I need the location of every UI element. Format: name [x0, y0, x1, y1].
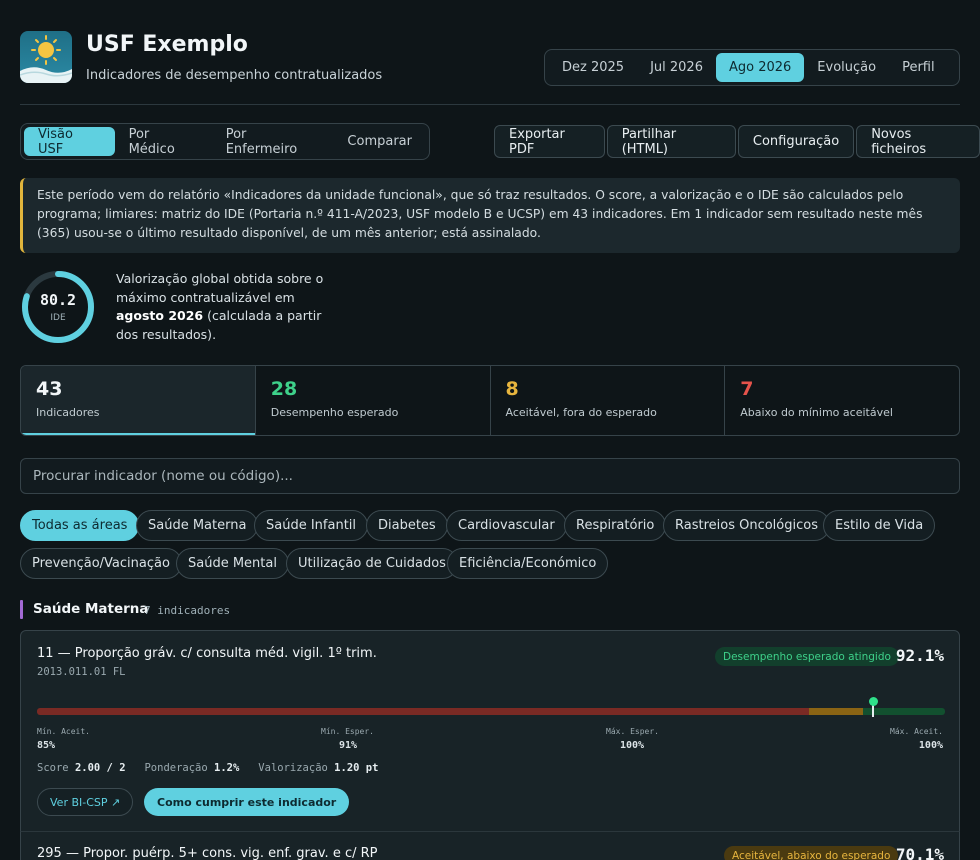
- result-marker-dot: [868, 697, 878, 706]
- threshold-value: 91%: [339, 740, 358, 751]
- chip-respiratorio[interactable]: Respiratório: [564, 510, 667, 541]
- ide-desc-period: agosto 2026: [116, 308, 204, 323]
- section-color-bar: [20, 600, 23, 619]
- view-tabs: Visão USF Por Médico Por Enfermeiro Comp…: [20, 123, 430, 160]
- ide-description: Valorização global obtida sobre o máximo…: [116, 270, 336, 344]
- chip-prevencao-vacinacao[interactable]: Prevenção/Vacinação: [20, 548, 182, 579]
- new-files-button[interactable]: Novos ficheiros: [856, 125, 980, 158]
- indicator-title: 295 — Propor. puérp. 5+ cons. vig. enf. …: [37, 846, 378, 860]
- chip-rastreios-oncologicos[interactable]: Rastreios Oncológicos: [663, 510, 830, 541]
- stat-label: Desempenho esperado: [270, 406, 399, 419]
- app-title: USF Exemplo: [86, 32, 248, 57]
- tab-perfil[interactable]: Perfil: [889, 53, 948, 82]
- export-pdf-button[interactable]: Exportar PDF: [494, 125, 605, 158]
- status-badge: Aceitável, abaixo do esperado: [724, 846, 899, 860]
- tab-por-enfermeiro[interactable]: Por Enfermeiro: [212, 127, 334, 157]
- chip-cardiovascular[interactable]: Cardiovascular: [446, 510, 567, 541]
- how-to-comply-button[interactable]: Como cumprir este indicador: [144, 788, 350, 816]
- threshold-value: 100%: [918, 740, 943, 751]
- app-subtitle: Indicadores de desempenho contratualizad…: [86, 68, 383, 83]
- action-toolbar: Exportar PDF Partilhar (HTML) Configuraç…: [494, 125, 980, 158]
- stat-label: Abaixo do mínimo aceitável: [740, 406, 893, 419]
- valuation-value: 1.20 pt: [334, 762, 379, 774]
- indicator-search-input[interactable]: [20, 458, 960, 494]
- tab-evolucao[interactable]: Evolução: [804, 53, 889, 82]
- summary-stats: 43 Indicadores 28 Desempenho esperado 8 …: [20, 365, 960, 436]
- tab-jul-2026[interactable]: Jul 2026: [637, 53, 716, 82]
- indicator-title: 11 — Proporção gráv. c/ consulta méd. vi…: [37, 646, 377, 661]
- score-line: Score 2.00 / 2 Ponderação 1.2% Valorizaç…: [37, 762, 378, 774]
- bar-segment-below: [37, 708, 809, 715]
- tab-dez-2025[interactable]: Dez 2025: [549, 53, 637, 82]
- ver-bi-csp-link[interactable]: Ver BI-CSP ↗: [37, 788, 134, 816]
- stat-value: 43: [36, 378, 63, 400]
- section-title: Saúde Materna: [33, 601, 149, 617]
- tab-por-medico[interactable]: Por Médico: [115, 127, 212, 157]
- section-count: 7 indicadores: [144, 604, 231, 617]
- stat-indicadores[interactable]: 43 Indicadores: [21, 366, 256, 435]
- indicator-card[interactable]: 295 — Propor. puérp. 5+ cons. vig. enf. …: [20, 831, 960, 860]
- indicator-value: 70.1%: [895, 845, 944, 860]
- stat-value: 28: [270, 378, 298, 400]
- period-tabs: Dez 2025 Jul 2026 Ago 2026 Evolução Perf…: [544, 49, 960, 86]
- chip-estilo-de-vida[interactable]: Estilo de Vida: [823, 510, 936, 541]
- threshold-label: Máx. Esper.: [606, 727, 659, 736]
- bar-segment-expected: [863, 708, 945, 715]
- app-logo: [20, 31, 72, 83]
- score-label: Score: [37, 762, 69, 774]
- sun-landscape-logo-icon: [20, 35, 72, 83]
- chip-diabetes[interactable]: Diabetes: [366, 510, 448, 541]
- indicator-code: 2013.011.01 FL: [37, 666, 126, 678]
- ide-label: IDE: [50, 313, 66, 323]
- header-divider: [20, 104, 960, 105]
- tab-ago-2026[interactable]: Ago 2026: [715, 53, 805, 82]
- stat-value: 8: [505, 378, 519, 400]
- indicator-value: 92.1%: [895, 646, 944, 665]
- chip-todas-as-areas[interactable]: Todas as áreas: [20, 510, 140, 541]
- valuation-label: Valorização: [258, 762, 328, 774]
- chip-saude-infantil[interactable]: Saúde Infantil: [254, 510, 369, 541]
- chip-eficiencia-economico[interactable]: Eficiência/Económico: [447, 548, 609, 579]
- stat-label: Indicadores: [36, 406, 100, 419]
- chip-saude-materna[interactable]: Saúde Materna: [136, 510, 259, 541]
- stat-desempenho-esperado[interactable]: 28 Desempenho esperado: [256, 366, 491, 435]
- ide-value: 80.2: [39, 291, 77, 309]
- data-source-notice: Este período vem do relatório «Indicador…: [20, 178, 960, 253]
- bar-segment-acceptable: [809, 708, 863, 715]
- ide-desc-text-1: Valorização global obtida sobre o máximo…: [116, 271, 324, 305]
- threshold-label: Mín. Esper.: [321, 727, 374, 736]
- weight-label: Ponderação: [144, 762, 208, 774]
- stat-label: Aceitável, fora do esperado: [505, 406, 657, 419]
- threshold-label: Mín. Aceit.: [37, 727, 90, 736]
- tab-comparar[interactable]: Comparar: [333, 127, 426, 156]
- share-html-button[interactable]: Partilhar (HTML): [606, 125, 736, 158]
- weight-value: 1.2%: [214, 762, 240, 774]
- indicator-card[interactable]: 11 — Proporção gráv. c/ consulta méd. vi…: [20, 630, 960, 832]
- stat-abaixo-minimo[interactable]: 7 Abaixo do mínimo aceitável: [725, 366, 959, 435]
- chip-saude-mental[interactable]: Saúde Mental: [176, 548, 289, 579]
- threshold-bar: [37, 697, 945, 717]
- result-marker-line: [872, 705, 875, 717]
- score-value: 2.00 / 2: [74, 762, 126, 774]
- status-badge: Desempenho esperado atingido: [715, 647, 899, 666]
- settings-button[interactable]: Configuração: [737, 125, 855, 158]
- threshold-label: Máx. Aceit.: [890, 727, 943, 736]
- stat-value: 7: [740, 378, 754, 400]
- chip-utilizacao-de-cuidados[interactable]: Utilização de Cuidados: [286, 548, 458, 579]
- threshold-value: 85%: [37, 740, 56, 751]
- threshold-value: 100%: [620, 740, 645, 751]
- tab-visao-usf[interactable]: Visão USF: [24, 127, 115, 157]
- stat-aceitavel[interactable]: 8 Aceitável, fora do esperado: [491, 366, 726, 435]
